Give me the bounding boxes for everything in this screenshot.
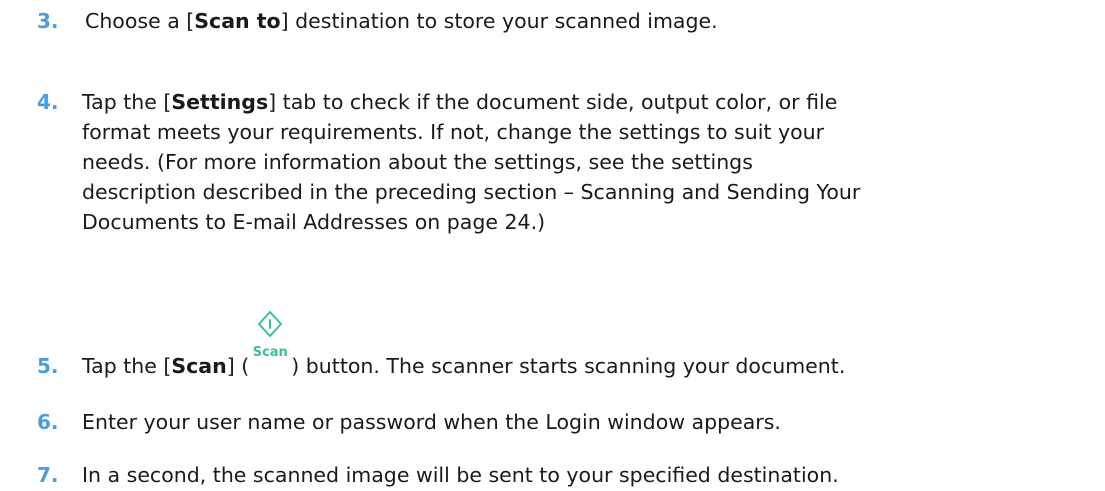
step-line: Documents to E-mail Addresses on page 24… — [82, 210, 546, 234]
step-line: Choose a [Scan to] destination to store … — [85, 6, 1095, 36]
text-run: ] destination to store your scanned imag… — [280, 9, 718, 33]
scan-icon-label: Scan — [252, 345, 288, 360]
step-text: Tap the [Scan] (Scan) button. The scanne… — [82, 311, 1095, 381]
text-run: ) button. The scanner starts scanning yo… — [291, 354, 846, 378]
bold-term: Scan to — [194, 9, 281, 33]
bold-term: Scan — [171, 354, 227, 378]
text-run: Tap the [ — [82, 90, 172, 114]
text-run: Tap the [ — [82, 354, 172, 378]
step-line: In a second, the scanned image will be s… — [82, 463, 839, 487]
step-number: 5. — [37, 354, 59, 378]
step-line: description described in the preceding s… — [82, 180, 861, 204]
step-number: 4. — [37, 90, 59, 114]
step-number: 6. — [37, 410, 59, 434]
step-line: Tap the [Settings] tab to check if the d… — [82, 87, 1095, 117]
diamond-icon — [258, 311, 283, 337]
step-number: 3. — [37, 9, 59, 33]
text-run: Choose a [ — [85, 9, 195, 33]
bold-term: Settings — [171, 90, 269, 114]
step-text: Choose a [Scan to] destination to store … — [85, 6, 1095, 36]
step-number: 7. — [37, 463, 59, 487]
step-line: Enter your user name or password when th… — [82, 410, 781, 434]
step-line: Tap the [Scan] (Scan) button. The scanne… — [82, 311, 1095, 381]
step-line: needs. (For more information about the s… — [82, 150, 753, 174]
step-text: Enter your user name or password when th… — [82, 407, 1095, 437]
scan-start-icon: Scan — [249, 311, 291, 381]
text-run: ] tab to check if the document side, out… — [268, 90, 838, 114]
step-text: Tap the [Settings] tab to check if the d… — [82, 87, 1095, 237]
step-line: format meets your requirements. If not, … — [82, 120, 825, 144]
manual-page: 3. Choose a [Scan to] destination to sto… — [0, 0, 1105, 491]
step-text: In a second, the scanned image will be s… — [82, 460, 1095, 490]
text-run: ] ( — [226, 354, 250, 378]
